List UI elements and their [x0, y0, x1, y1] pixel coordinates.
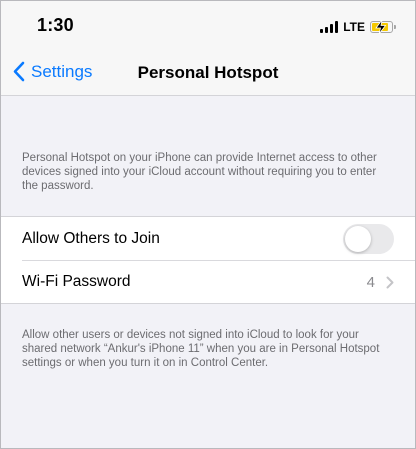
status-time: 1:30 — [37, 15, 74, 35]
page-title: Personal Hotspot — [137, 63, 279, 82]
chevron-right-icon — [386, 276, 394, 289]
allow-others-toggle[interactable] — [343, 224, 394, 254]
status-bar: 1:30 LTE — [1, 1, 415, 53]
hotspot-description: Personal Hotspot on your iPhone can prov… — [22, 152, 377, 192]
allow-others-row: Allow Others to Join — [1, 217, 415, 260]
network-visibility-description: Allow other users or devices not signed … — [22, 329, 380, 369]
battery-charging-icon — [370, 20, 396, 34]
toggle-knob — [345, 226, 371, 252]
wifi-password-value: 4 — [366, 274, 375, 291]
status-indicators: LTE — [320, 19, 396, 35]
wifi-password-label: Wi-Fi Password — [22, 272, 131, 290]
personal-hotspot-screen: 1:30 LTE Settings Personal Hotspot Perso… — [0, 0, 416, 449]
allow-others-label: Allow Others to Join — [22, 229, 160, 247]
wifi-password-row[interactable]: Wi-Fi Password 4 — [1, 260, 415, 303]
navigation-bar: Settings Personal Hotspot — [1, 53, 415, 96]
network-type: LTE — [343, 20, 365, 34]
hotspot-settings-group: Allow Others to Join Wi-Fi Password 4 — [1, 216, 415, 304]
signal-bars-icon — [320, 21, 339, 33]
